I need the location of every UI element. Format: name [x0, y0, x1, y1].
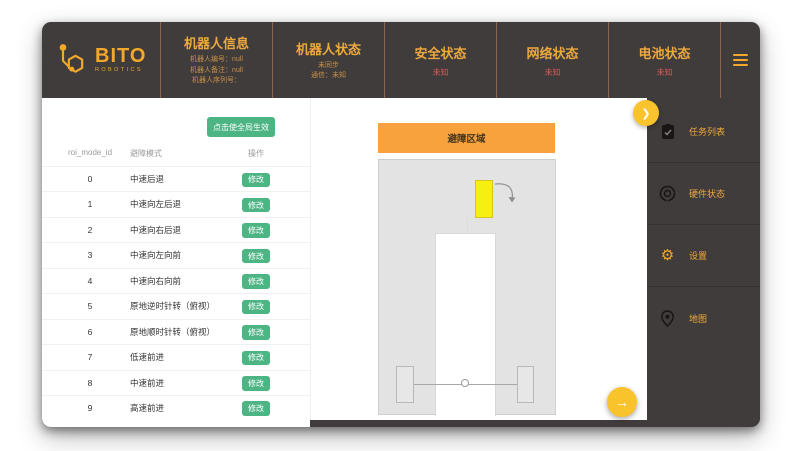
sidebar-collapse-button[interactable]: ❯ — [633, 100, 659, 126]
table-header: roi_mode_id 避障模式 操作 — [42, 148, 302, 166]
column-header-id: roi_mode_id — [42, 148, 138, 157]
mode-id: 7 — [42, 345, 138, 370]
section-title: 网络状态 — [526, 43, 578, 62]
axle-center-circle — [461, 379, 469, 387]
table-row: 6原地顺时针转（俯视） 修改 — [42, 319, 310, 344]
hardware-status-icon — [659, 185, 676, 202]
modify-button[interactable]: 修改 — [242, 223, 270, 238]
brand-name: BITO — [95, 46, 146, 66]
table-row: 5原地逆时针转（俯视） 修改 — [42, 293, 310, 318]
table-row: 8中速前进 修改 — [42, 370, 310, 395]
rotation-arrow-icon — [491, 176, 521, 208]
sidebar-item-label: 硬件状态 — [689, 187, 725, 200]
column-header-action: 操作 — [238, 148, 274, 159]
mode-id: 3 — [42, 243, 138, 268]
sidebar-item-label: 地图 — [689, 312, 707, 325]
left-wheel — [396, 366, 414, 403]
mode-name: 低速前进 — [130, 345, 164, 370]
map-pin-icon — [659, 310, 676, 327]
robot-status-lines: 未同步 通信：未知 — [311, 61, 346, 82]
hamburger-icon — [733, 54, 748, 66]
modify-button[interactable]: 修改 — [242, 325, 270, 340]
mode-name: 中速向左向前 — [130, 243, 181, 268]
robot-info-lines: 机器人编号：null 机器人备注：null 机器人序列号： — [190, 55, 243, 87]
task-list-icon — [659, 123, 676, 140]
table-row: 9高速前进 修改 — [42, 395, 310, 420]
sidebar-item-map[interactable]: 地图 — [647, 287, 760, 349]
status-value: 未知 — [545, 67, 561, 78]
table-row: 4中速向右向前 修改 — [42, 268, 310, 293]
header-section-robot-info[interactable]: 机器人信息 机器人编号：null 机器人备注：null 机器人序列号： — [160, 22, 272, 98]
table-row: 3中速向左向前 修改 — [42, 242, 310, 267]
next-fab-button[interactable]: → — [607, 387, 637, 417]
gear-icon: ⚙ — [659, 247, 676, 264]
modify-button[interactable]: 修改 — [242, 401, 270, 416]
modify-button[interactable]: 修改 — [242, 249, 270, 264]
mode-name: 原地逆时针转（俯视） — [130, 294, 215, 319]
modify-button[interactable]: 修改 — [242, 300, 270, 315]
app-window: BITO ROBOTICS 机器人信息 机器人编号：null 机器人备注：nul… — [42, 22, 760, 427]
header-section-safety-status[interactable]: 安全状态 未知 — [384, 22, 496, 98]
sidebar-item-task-list[interactable]: 任务列表 — [647, 101, 760, 163]
mode-name: 原地顺时针转（俯视） — [130, 320, 215, 345]
header-section-battery-status[interactable]: 电池状态 未知 — [608, 22, 720, 98]
bito-logo-icon — [58, 41, 88, 79]
mode-name: 中速前进 — [130, 371, 164, 396]
menu-button[interactable] — [720, 22, 760, 98]
mode-id: 5 — [42, 294, 138, 319]
robot-body-cutout — [435, 233, 496, 416]
modify-button[interactable]: 修改 — [242, 376, 270, 391]
table-row: 7低速前进 修改 — [42, 344, 310, 369]
avoidance-zone — [378, 159, 556, 415]
app-header: BITO ROBOTICS 机器人信息 机器人编号：null 机器人备注：nul… — [42, 22, 760, 98]
sidebar-item-settings[interactable]: ⚙ 设置 — [647, 225, 760, 287]
status-value: 未知 — [433, 67, 449, 78]
mode-table-body: 0中速后退修改1中速向左后退修改2中速向右后退修改3中速向左向前修改4中速向右向… — [42, 166, 310, 420]
mode-id: 2 — [42, 218, 138, 243]
mode-id: 1 — [42, 192, 138, 217]
section-title: 电池状态 — [638, 43, 690, 62]
apply-global-button[interactable]: 点击使全局生效 — [207, 117, 275, 137]
modify-button[interactable]: 修改 — [242, 173, 270, 188]
mode-name: 高速前进 — [130, 396, 164, 421]
mode-table-panel: 点击使全局生效 roi_mode_id 避障模式 操作 0中速后退修改1中速向左… — [42, 98, 310, 427]
diagram-title-banner: 避障区域 — [378, 123, 555, 153]
logo: BITO ROBOTICS — [42, 22, 160, 98]
header-section-robot-status[interactable]: 机器人状态 未同步 通信：未知 — [272, 22, 384, 98]
mode-id: 8 — [42, 371, 138, 396]
sidebar-item-label: 设置 — [689, 249, 707, 262]
header-section-network-status[interactable]: 网络状态 未知 — [496, 22, 608, 98]
mode-name: 中速向右向前 — [130, 269, 181, 294]
column-header-mode: 避障模式 — [130, 148, 162, 159]
section-title: 机器人信息 — [184, 33, 249, 52]
mode-name: 中速向右后退 — [130, 218, 181, 243]
table-row: 2中速向右后退 修改 — [42, 217, 310, 242]
mode-id: 0 — [42, 167, 138, 192]
section-title: 安全状态 — [414, 43, 466, 62]
section-title: 机器人状态 — [296, 39, 361, 58]
modify-button[interactable]: 修改 — [242, 351, 270, 366]
sidebar: 任务列表 硬件状态 ⚙ 设置 — [647, 98, 760, 427]
mode-id: 6 — [42, 320, 138, 345]
mode-id: 9 — [42, 396, 138, 421]
modify-button[interactable]: 修改 — [242, 274, 270, 289]
brand-subtitle: ROBOTICS — [95, 68, 146, 74]
status-value: 未知 — [657, 67, 673, 78]
table-row: 0中速后退 修改 — [42, 166, 310, 191]
mode-id: 4 — [42, 269, 138, 294]
sidebar-item-label: 任务列表 — [689, 125, 725, 138]
modify-button[interactable]: 修改 — [242, 198, 270, 213]
sidebar-item-hardware-status[interactable]: 硬件状态 — [647, 163, 760, 225]
right-wheel — [517, 366, 534, 403]
mode-name: 中速后退 — [130, 167, 164, 192]
avoidance-diagram-panel: 避障区域 ❯ → — [310, 98, 647, 420]
mode-name: 中速向左后退 — [130, 192, 181, 217]
table-row: 1中速向左后退 修改 — [42, 191, 310, 216]
